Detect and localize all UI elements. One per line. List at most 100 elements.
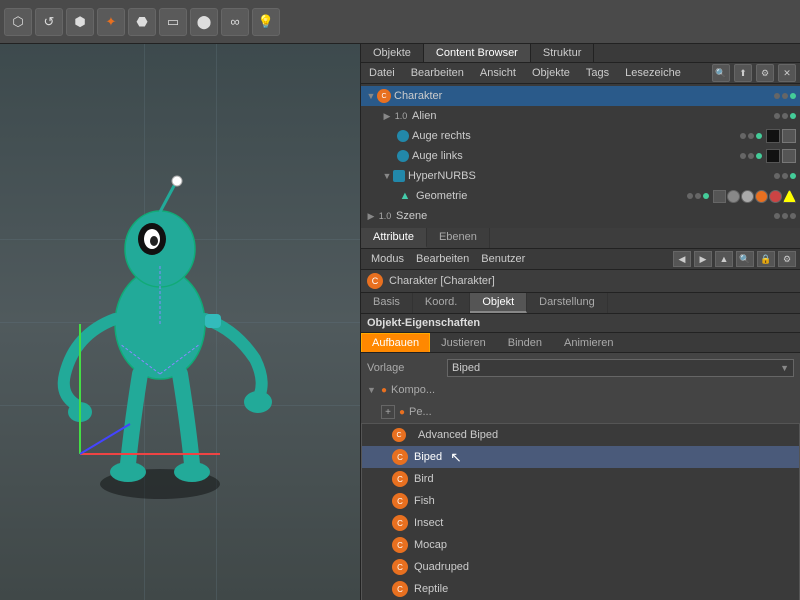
quadruped-label: Quadruped — [414, 561, 469, 573]
menu-ansicht[interactable]: Ansicht — [476, 66, 520, 80]
tab-koord[interactable]: Koord. — [413, 293, 470, 313]
nav-fwd-btn[interactable]: ▶ — [694, 251, 712, 267]
menu-datei[interactable]: Datei — [365, 66, 399, 80]
pe-row: + ● Pe... — [361, 401, 800, 423]
tool-loop[interactable]: ∞ — [221, 8, 249, 36]
char-icon: C — [367, 273, 383, 289]
tree-row-auge-links[interactable]: Auge links — [361, 146, 800, 166]
tab-objekte[interactable]: Objekte — [361, 44, 424, 62]
kompo-icon: ● — [381, 385, 387, 396]
tree-label-hypernurbs: HyperNURBS — [408, 170, 774, 182]
pe-label: Pe... — [409, 406, 432, 418]
toolbar-benutzer[interactable]: Benutzer — [475, 252, 531, 266]
mat-preview2 — [782, 129, 796, 143]
tool-plane[interactable]: ▭ — [159, 8, 187, 36]
fish-icon: C — [392, 493, 408, 509]
tab-basis[interactable]: Basis — [361, 293, 413, 313]
lock-btn[interactable]: 🔒 — [757, 251, 775, 267]
tree-label-auge-links: Auge links — [412, 150, 740, 162]
menu-tags[interactable]: Tags — [582, 66, 613, 80]
tree-row-hypernurbs[interactable]: ▼ HyperNURBS — [361, 166, 800, 186]
tab-justieren[interactable]: Justieren — [430, 333, 497, 352]
dropdown-item-fish[interactable]: C Fish — [362, 490, 799, 512]
menu-lesezeiche[interactable]: Lesezeiche — [621, 66, 685, 80]
tree-row-auge-rechts[interactable]: Auge rechts — [361, 126, 800, 146]
tree-icon-alien: 1.0 — [393, 108, 409, 124]
nav-up-btn[interactable]: ▲ — [715, 251, 733, 267]
dot3 — [790, 113, 796, 119]
tree-arrow-charakter: ▼ — [365, 91, 377, 101]
toolbar-modus[interactable]: Modus — [365, 252, 410, 266]
attr-toolbar: Modus Bearbeiten Benutzer ◀ ▶ ▲ 🔍 🔒 ⚙ — [361, 249, 800, 270]
nav-btn[interactable]: ⬆ — [734, 64, 752, 82]
tree-icon-szene: 1.0 — [377, 208, 393, 224]
dropdown-item-mocap[interactable]: C Mocap — [362, 534, 799, 556]
gear-btn[interactable]: ⚙ — [778, 251, 796, 267]
tool-rotate[interactable]: ↺ — [35, 8, 63, 36]
dot1 — [740, 133, 746, 139]
tab-attribute[interactable]: Attribute — [361, 228, 427, 248]
dot1 — [774, 213, 780, 219]
tree-arrow-alien: ▶ — [381, 111, 393, 122]
tab-binden[interactable]: Binden — [497, 333, 553, 352]
tab-ebenen[interactable]: Ebenen — [427, 228, 490, 248]
mocap-icon: C — [392, 537, 408, 553]
dot3 — [790, 173, 796, 179]
tree-row-alien[interactable]: ▶ 1.0 Alien — [361, 106, 800, 126]
top-toolbar: ⬡ ↺ ⬢ ✦ ⬣ ▭ ⬤ ∞ 💡 — [0, 0, 800, 44]
menu-bearbeiten[interactable]: Bearbeiten — [407, 66, 468, 80]
tool-sphere[interactable]: ⬤ — [190, 8, 218, 36]
tree-arrow-hypernurbs: ▼ — [381, 171, 393, 181]
dropdown-item-quadruped[interactable]: C Quadruped — [362, 556, 799, 578]
viewport[interactable] — [0, 44, 360, 600]
dropdown-item-biped[interactable]: C Biped ↖ — [362, 446, 799, 468]
tool-light[interactable]: 💡 — [252, 8, 280, 36]
tab-objekt[interactable]: Objekt — [470, 293, 527, 313]
tool-scale[interactable]: ⬢ — [66, 8, 94, 36]
dropdown-section-label: Advanced Biped — [418, 429, 498, 441]
attr-panel: Attribute Ebenen Modus Bearbeiten Benutz… — [361, 228, 800, 600]
tree-row-geometrie[interactable]: ▲ Geometrie — [361, 186, 800, 206]
dot2 — [695, 193, 701, 199]
tab-struktur[interactable]: Struktur — [531, 44, 595, 62]
biped-label: Biped — [414, 451, 442, 463]
tool-move[interactable]: ⬡ — [4, 8, 32, 36]
tool-char[interactable]: ✦ — [97, 8, 125, 36]
close-btn[interactable]: ✕ — [778, 64, 796, 82]
tab-darstellung[interactable]: Darstellung — [527, 293, 608, 313]
tree-row-charakter[interactable]: ▼ C Charakter — [361, 86, 800, 106]
tab-content-browser[interactable]: Content Browser — [424, 44, 531, 62]
dropdown-item-insect[interactable]: C Insect — [362, 512, 799, 534]
tree-dots-szene — [774, 213, 800, 219]
menu-objekte[interactable]: Objekte — [528, 66, 574, 80]
dropdown-item-bird[interactable]: C Bird — [362, 468, 799, 490]
toolbar-bearbeiten[interactable]: Bearbeiten — [410, 252, 475, 266]
dropdown-section-advanced: C Advanced Biped — [362, 424, 799, 446]
vorlage-dropdown[interactable]: Biped ▼ — [447, 359, 794, 377]
tree-dots-charakter — [774, 93, 800, 99]
tree-dots-geometrie — [687, 190, 800, 203]
dropdown-item-reptile[interactable]: C Reptile — [362, 578, 799, 600]
tab-aufbauen[interactable]: Aufbauen — [361, 333, 430, 352]
advanced-biped-icon: C — [392, 428, 406, 442]
tree-icon-auge-links — [397, 150, 409, 162]
pe-add-btn[interactable]: + — [381, 405, 395, 419]
tab-animieren[interactable]: Animieren — [553, 333, 625, 352]
dot2 — [782, 113, 788, 119]
tree-dots-auge-rechts — [740, 129, 800, 143]
nav-back-btn[interactable]: ◀ — [673, 251, 691, 267]
mat-preview3 — [766, 149, 780, 163]
vorlage-label: Vorlage — [367, 362, 447, 374]
tree-row-szene[interactable]: ▶ 1.0 Szene — [361, 206, 800, 226]
tool-mesh[interactable]: ⬣ — [128, 8, 156, 36]
dot1 — [740, 153, 746, 159]
tree-label-szene: Szene — [396, 210, 774, 222]
mat-geom6 — [783, 190, 796, 203]
insect-icon: C — [392, 515, 408, 531]
char-header: C Charakter [Charakter] — [361, 270, 800, 293]
settings-btn[interactable]: ⚙ — [756, 64, 774, 82]
search-btn[interactable]: 🔍 — [712, 64, 730, 82]
kompo-arrow[interactable]: ▼ — [367, 385, 377, 395]
search-attr-btn[interactable]: 🔍 — [736, 251, 754, 267]
props-header: Objekt-Eigenschaften — [361, 314, 800, 333]
